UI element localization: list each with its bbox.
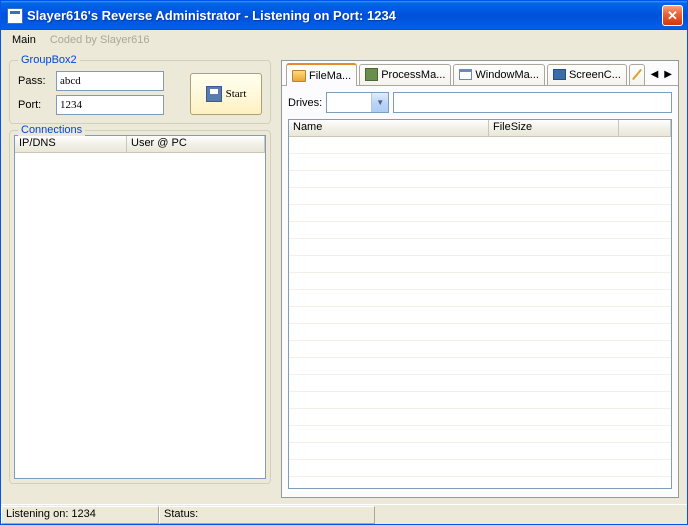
connections-title: Connections [18, 124, 85, 136]
table-row [289, 222, 671, 239]
table-row [289, 460, 671, 477]
start-button-label: Start [226, 88, 247, 100]
tab-scroll-arrows: ◀ ▶ [649, 69, 674, 80]
start-button[interactable]: Start [190, 73, 262, 115]
col-name[interactable]: Name [289, 120, 489, 136]
tab-file-label: FileMa... [309, 70, 351, 82]
table-row [289, 273, 671, 290]
port-input[interactable] [56, 95, 164, 115]
monitor-icon [553, 69, 566, 80]
table-row [289, 171, 671, 188]
right-pane: FileMa... ProcessMa... WindowMa... Scree… [281, 60, 679, 498]
connections-header: IP/DNS User @ PC [15, 136, 265, 153]
connections-listview[interactable]: IP/DNS User @ PC [14, 135, 266, 479]
table-row [289, 188, 671, 205]
file-manager-pane: Drives: ▼ Name FileSize [282, 85, 678, 497]
drives-combo[interactable]: ▼ [326, 92, 389, 113]
tab-window-label: WindowMa... [475, 69, 539, 81]
groupbox2-title: GroupBox2 [18, 54, 80, 66]
table-row [289, 324, 671, 341]
drives-label: Drives: [288, 97, 322, 109]
table-row [289, 375, 671, 392]
disk-icon [206, 86, 222, 102]
drives-row: Drives: ▼ [288, 92, 672, 113]
table-row [289, 426, 671, 443]
pass-label: Pass: [18, 75, 56, 87]
col-user-pc[interactable]: User @ PC [127, 136, 265, 152]
tab-edit[interactable] [629, 64, 645, 85]
pencil-icon [632, 69, 642, 80]
process-icon [365, 68, 378, 81]
client-area: GroupBox2 Pass: Port: Start Connections … [1, 50, 687, 504]
tabstrip: FileMa... ProcessMa... WindowMa... Scree… [282, 61, 678, 85]
file-listview[interactable]: Name FileSize [288, 119, 672, 489]
left-column: GroupBox2 Pass: Port: Start Connections … [9, 60, 271, 490]
tab-window-manager[interactable]: WindowMa... [453, 64, 545, 85]
window-title: Slayer616's Reverse Administrator - List… [27, 8, 662, 23]
app-icon [7, 8, 23, 24]
tab-file-manager[interactable]: FileMa... [286, 63, 357, 86]
tab-screen-label: ScreenC... [569, 69, 621, 81]
path-input[interactable] [393, 92, 672, 113]
window-icon [459, 69, 472, 80]
tab-scroll-left[interactable]: ◀ [649, 69, 661, 80]
tab-process-manager[interactable]: ProcessMa... [359, 64, 451, 85]
groupbox2: GroupBox2 Pass: Port: Start [9, 60, 271, 124]
tab-screen-capture[interactable]: ScreenC... [547, 64, 627, 85]
col-extra[interactable] [619, 120, 671, 136]
table-row [289, 443, 671, 460]
col-ip-dns[interactable]: IP/DNS [15, 136, 127, 152]
tab-scroll-right[interactable]: ▶ [662, 69, 674, 80]
table-row [289, 341, 671, 358]
connections-groupbox: Connections IP/DNS User @ PC [9, 130, 271, 484]
status-listening: Listening on: 1234 [1, 506, 159, 524]
table-row [289, 137, 671, 154]
tab-process-label: ProcessMa... [381, 69, 445, 81]
folder-icon [292, 70, 306, 82]
table-row [289, 307, 671, 324]
table-row [289, 239, 671, 256]
titlebar[interactable]: Slayer616's Reverse Administrator - List… [1, 1, 687, 30]
menu-coded-by[interactable]: Coded by Slayer616 [43, 32, 157, 48]
table-row [289, 154, 671, 171]
table-row [289, 409, 671, 426]
menubar: Main Coded by Slayer616 [1, 30, 687, 50]
file-rows [289, 137, 671, 488]
close-button[interactable]: ✕ [662, 5, 683, 26]
statusbar: Listening on: 1234 Status: [1, 504, 687, 524]
port-label: Port: [18, 99, 56, 111]
table-row [289, 477, 671, 489]
table-row [289, 358, 671, 375]
table-row [289, 290, 671, 307]
table-row [289, 392, 671, 409]
status-status: Status: [159, 506, 375, 524]
menu-main[interactable]: Main [5, 32, 43, 48]
file-lv-header: Name FileSize [289, 120, 671, 137]
pass-input[interactable] [56, 71, 164, 91]
chevron-down-icon[interactable]: ▼ [371, 93, 388, 112]
drives-value [327, 93, 371, 112]
table-row [289, 256, 671, 273]
col-filesize[interactable]: FileSize [489, 120, 619, 136]
table-row [289, 205, 671, 222]
